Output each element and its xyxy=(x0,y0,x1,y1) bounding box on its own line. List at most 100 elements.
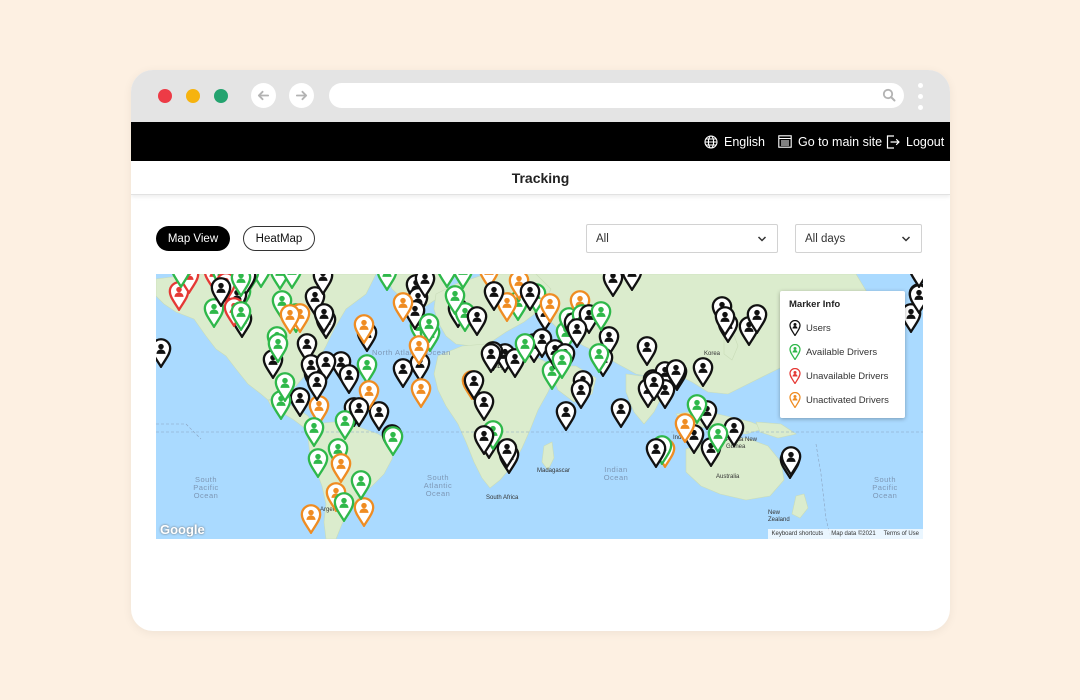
map-marker[interactable] xyxy=(674,412,696,444)
arrow-left-icon xyxy=(257,90,270,101)
map-marker[interactable] xyxy=(621,274,643,293)
map-marker[interactable] xyxy=(408,335,430,367)
map-marker[interactable] xyxy=(602,274,624,298)
available-driver-marker-icon xyxy=(789,344,801,360)
legend-row-unactivated: Unactivated Drivers xyxy=(789,388,896,412)
place-label: Madagascar xyxy=(537,468,571,474)
map-marker[interactable] xyxy=(353,496,375,528)
map-marker[interactable] xyxy=(313,302,335,334)
ocean-label: South Pacific Ocean xyxy=(872,475,898,500)
terms-of-use-link[interactable]: Terms of Use xyxy=(880,531,923,537)
keyboard-shortcuts-link[interactable]: Keyboard shortcuts xyxy=(768,531,828,537)
map-marker[interactable] xyxy=(170,274,192,289)
map-marker[interactable] xyxy=(514,332,536,364)
map-marker[interactable] xyxy=(392,292,414,324)
map-marker[interactable] xyxy=(414,274,436,299)
map-marker[interactable] xyxy=(444,284,466,316)
maximize-window-dot[interactable] xyxy=(214,89,228,103)
map-marker[interactable] xyxy=(590,300,612,332)
legend-label: Unactivated Drivers xyxy=(806,394,889,406)
minimize-window-dot[interactable] xyxy=(186,89,200,103)
marker-type-value: All xyxy=(596,232,609,245)
days-filter-select[interactable]: All days xyxy=(795,224,922,253)
close-window-dot[interactable] xyxy=(158,89,172,103)
map-attribution: Keyboard shortcuts Map data ©2021 Terms … xyxy=(767,529,923,539)
map-marker[interactable] xyxy=(908,284,923,315)
map-marker[interactable] xyxy=(555,401,577,433)
map-marker[interactable] xyxy=(746,304,768,335)
map-marker[interactable] xyxy=(519,280,541,312)
forward-button[interactable] xyxy=(289,83,314,108)
logout-icon xyxy=(886,134,900,149)
globe-icon xyxy=(704,134,718,149)
map-marker[interactable] xyxy=(480,343,502,375)
address-bar[interactable] xyxy=(329,83,904,108)
chevron-down-icon xyxy=(901,236,911,242)
map-marker[interactable] xyxy=(483,281,505,312)
logout-label: Logout xyxy=(906,134,945,149)
logout-button[interactable]: Logout xyxy=(886,122,944,161)
legend-label: Users xyxy=(806,322,831,334)
map-marker[interactable] xyxy=(551,348,573,380)
map-marker[interactable] xyxy=(267,333,289,364)
map-marker[interactable] xyxy=(230,274,252,298)
map-marker[interactable] xyxy=(281,274,303,290)
map-marker[interactable] xyxy=(353,314,375,345)
map-marker[interactable] xyxy=(714,306,736,338)
map-marker[interactable] xyxy=(643,371,665,402)
browser-chrome xyxy=(131,70,950,122)
map-marker[interactable] xyxy=(303,417,325,448)
legend-label: Available Drivers xyxy=(806,346,878,358)
map-marker[interactable] xyxy=(473,424,495,456)
map-marker[interactable] xyxy=(156,338,172,370)
map-marker[interactable] xyxy=(307,448,329,479)
legend-row-available: Available Drivers xyxy=(789,340,896,364)
unactivated-driver-marker-icon xyxy=(789,392,801,408)
marker-legend: Marker Info Users Available Drivers Unav… xyxy=(780,291,905,418)
go-to-main-site-link[interactable]: Go to main site xyxy=(778,122,882,161)
map-marker[interactable] xyxy=(780,445,802,477)
map-marker[interactable] xyxy=(539,293,561,324)
map-marker[interactable] xyxy=(665,359,687,391)
map-marker[interactable] xyxy=(338,363,360,395)
ocean-label: South Atlantic Ocean xyxy=(423,473,453,498)
map-marker[interactable] xyxy=(610,398,632,429)
language-selector[interactable]: English xyxy=(704,122,765,161)
map-marker[interactable] xyxy=(376,274,398,293)
map-marker[interactable] xyxy=(306,371,328,403)
legend-title: Marker Info xyxy=(789,299,841,310)
map-marker[interactable] xyxy=(410,377,432,409)
map-data-label: Map data ©2021 xyxy=(831,531,876,537)
ocean-label: Indian Ocean xyxy=(603,465,629,482)
page-title: Tracking xyxy=(511,169,570,186)
map-marker[interactable] xyxy=(300,503,322,535)
top-navigation-bar: English Go to main site Logout xyxy=(131,122,950,161)
main-site-label: Go to main site xyxy=(798,134,883,149)
map-marker[interactable] xyxy=(348,397,370,429)
back-button[interactable] xyxy=(251,83,276,108)
map-marker[interactable] xyxy=(382,425,404,457)
tracking-map[interactable]: North Atlantic Ocean South Atlantic Ocea… xyxy=(156,274,923,539)
ocean-label: South Pacific Ocean xyxy=(193,475,219,500)
arrow-right-icon xyxy=(295,90,308,101)
user-marker-icon xyxy=(789,320,801,336)
map-view-button[interactable]: Map View xyxy=(156,226,230,251)
map-marker[interactable] xyxy=(312,274,334,297)
map-marker[interactable] xyxy=(908,274,923,289)
map-marker[interactable] xyxy=(588,343,610,375)
map-marker[interactable] xyxy=(645,438,667,469)
map-marker[interactable] xyxy=(230,301,252,333)
heatmap-button[interactable]: HeatMap xyxy=(243,226,315,251)
place-label: Australia xyxy=(716,474,740,480)
language-label: English xyxy=(724,134,765,149)
map-marker[interactable] xyxy=(707,423,729,454)
browser-window: English Go to main site Logout Tracking … xyxy=(131,70,950,631)
chevron-down-icon xyxy=(757,236,767,242)
place-label: New Zealand xyxy=(768,510,790,523)
browser-menu-icon[interactable] xyxy=(918,83,923,110)
google-logo: Google xyxy=(160,522,205,537)
map-marker[interactable] xyxy=(333,492,355,524)
marker-type-select[interactable]: All xyxy=(586,224,778,253)
map-marker[interactable] xyxy=(692,357,714,388)
map-marker[interactable] xyxy=(463,370,485,402)
